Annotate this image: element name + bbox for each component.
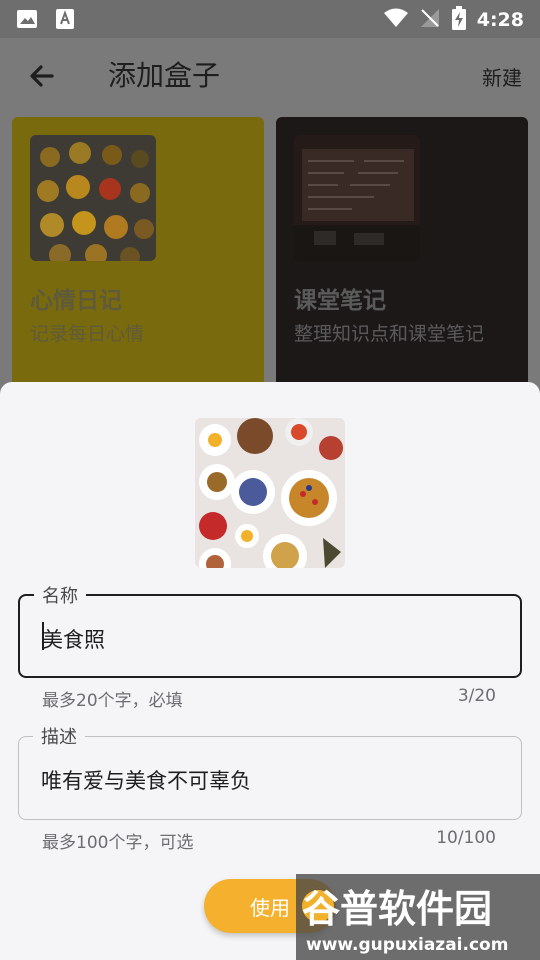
description-field-label: 描述 [33, 723, 85, 749]
description-char-counter: 10/100 [436, 828, 496, 848]
battery-charging-icon [451, 6, 467, 34]
svg-text:www.gupuxiazai.com: www.gupuxiazai.com [306, 935, 508, 955]
watermark-logo: 谷普软件园 www.gupuxiazai.com [296, 874, 540, 960]
box-title: 课堂笔记 [294, 288, 386, 314]
back-button[interactable] [24, 58, 60, 94]
app-toolbar: 添加盒子 新建 [0, 38, 540, 110]
name-input[interactable]: 美食照 [42, 624, 105, 654]
page-title: 添加盒子 [108, 59, 221, 92]
font-notification-icon [54, 8, 76, 34]
no-signal-icon [419, 7, 441, 33]
description-field[interactable]: 描述 唯有爱与美食不可辜负 [18, 723, 522, 820]
box-title: 心情日记 [30, 288, 122, 314]
box-cover-preview[interactable] [195, 418, 345, 568]
status-bar: 4:28 [0, 0, 540, 38]
description-helper-text: 最多100个字，可选 [42, 833, 194, 853]
name-field[interactable]: 名称 美食照 [18, 582, 522, 678]
box-description: 整理知识点和课堂笔记 [294, 323, 485, 345]
class-notes-thumbnail [294, 135, 420, 261]
image-notification-icon [16, 8, 38, 34]
box-description: 记录每日心情 [30, 323, 145, 345]
description-input[interactable]: 唯有爱与美食不可辜负 [41, 765, 251, 795]
wifi-icon [383, 7, 409, 33]
new-button[interactable]: 新建 [482, 62, 522, 91]
svg-text:谷普软件园: 谷普软件园 [302, 887, 492, 931]
status-time: 4:28 [476, 9, 524, 31]
box-card-class-notes[interactable]: 课堂笔记 整理知识点和课堂笔记 [276, 117, 528, 387]
arrow-left-icon [30, 65, 54, 87]
name-char-counter: 3/20 [457, 686, 496, 706]
name-helper-text: 最多20个字，必填 [42, 691, 183, 711]
name-field-label: 名称 [34, 582, 86, 608]
box-card-mood-diary[interactable]: 心情日记 记录每日心情 [12, 117, 264, 387]
mood-diary-thumbnail [30, 135, 156, 261]
